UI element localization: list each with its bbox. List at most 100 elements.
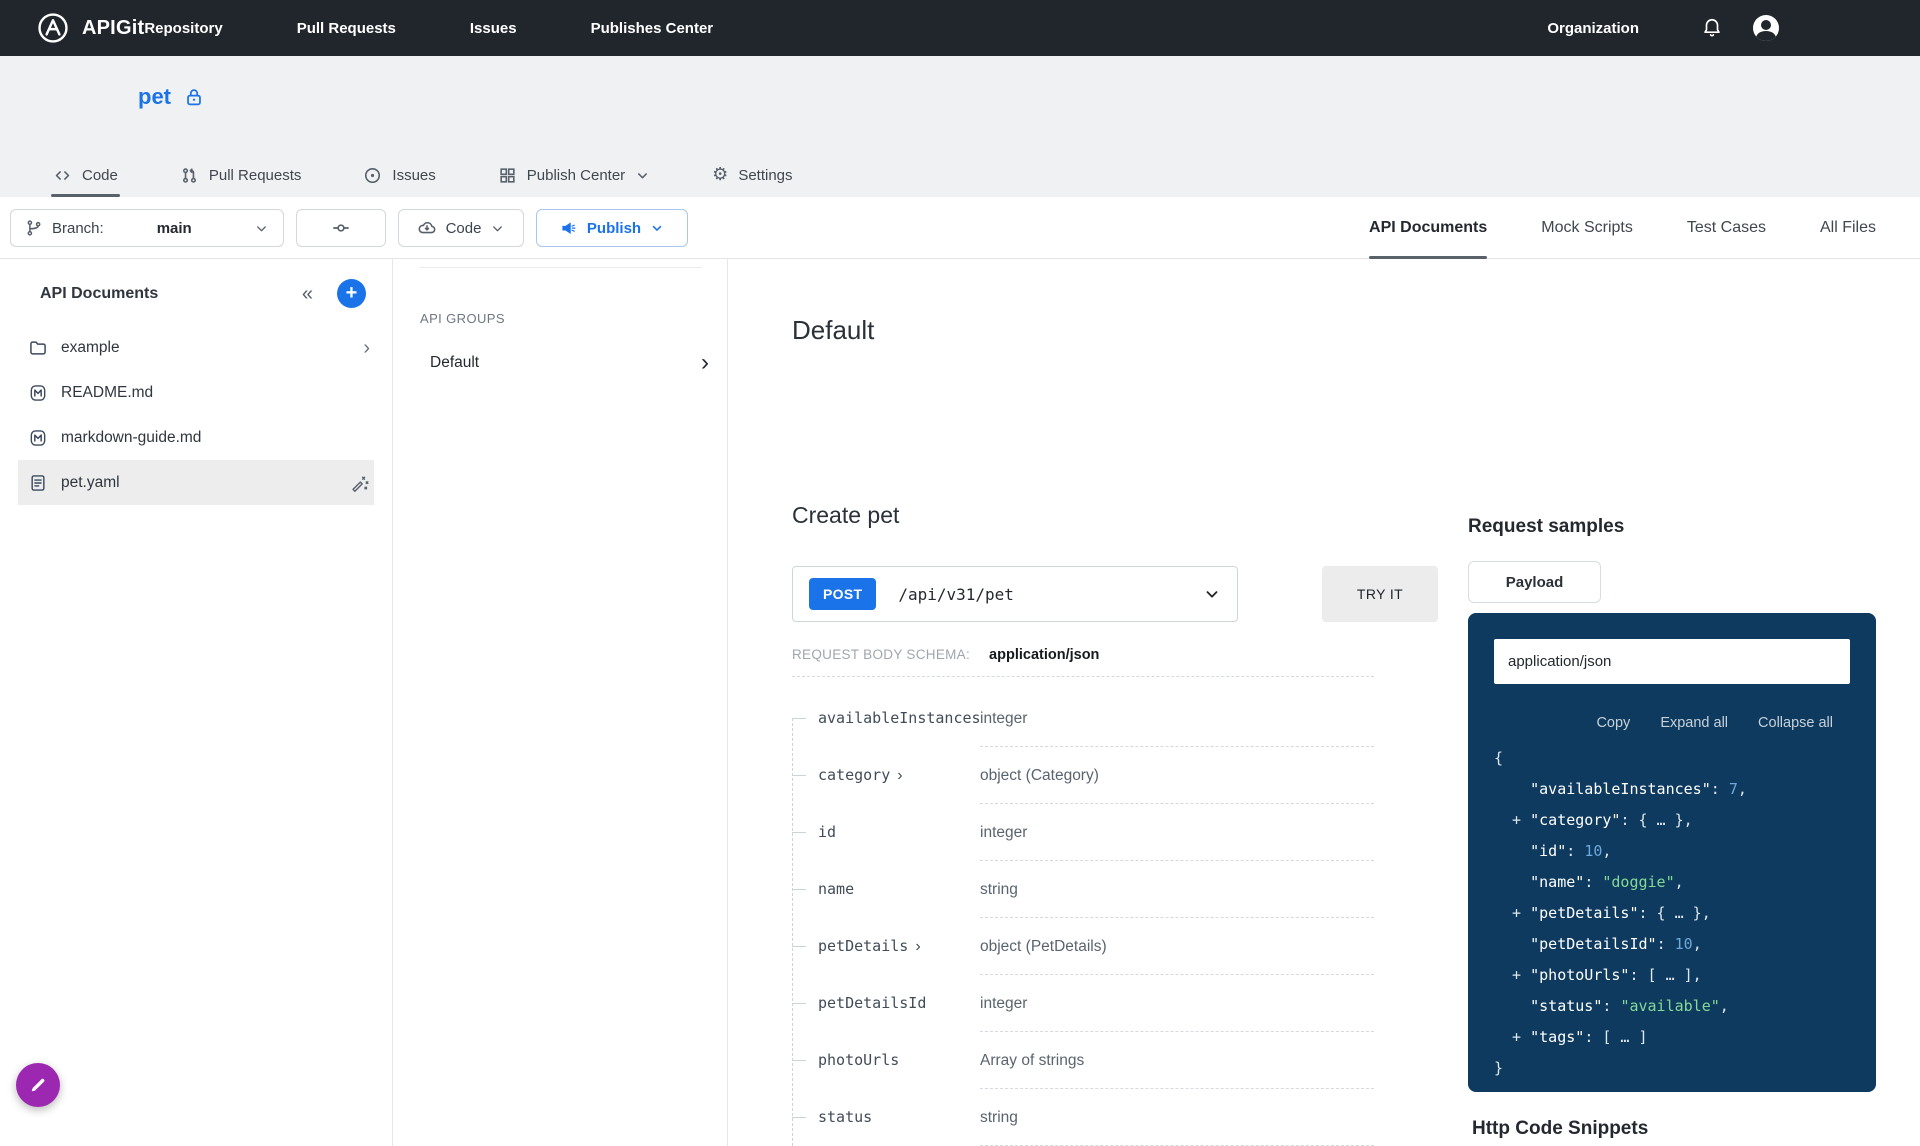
file-sidebar: API Documents « + example › README.md [0, 259, 393, 1146]
field-name: photoUrls› [818, 1051, 899, 1069]
api-group-row[interactable]: Default › [420, 343, 709, 383]
plus-icon: + [346, 283, 358, 303]
chevron-right-icon: › [701, 351, 709, 375]
field-name: petDetails› [818, 937, 921, 956]
tab-settings[interactable]: ⚙ Settings [710, 153, 794, 197]
field-type: object (Category) [980, 767, 1099, 785]
file-row-markdown-guide[interactable]: markdown-guide.md [0, 415, 392, 460]
tree-tick [792, 946, 806, 947]
branch-value: main [157, 220, 192, 237]
tree-tick [792, 889, 806, 890]
branch-icon [25, 219, 43, 237]
payload-tab[interactable]: Payload [1468, 561, 1601, 603]
sample-json-code[interactable]: { "availableInstances": 7, + "category":… [1494, 743, 1866, 1084]
endpoint-selector[interactable]: POST /api/v31/pet [792, 566, 1238, 622]
content-type-input[interactable] [1494, 639, 1850, 684]
sidebar-header: API Documents « + [40, 279, 366, 308]
top-nav-item[interactable]: Repository [144, 20, 222, 37]
operation-title: Create pet [792, 502, 899, 529]
schema-label: REQUEST BODY SCHEMA: [792, 647, 970, 662]
top-nav-item[interactable]: Issues [470, 20, 517, 37]
tab-publish-center[interactable]: Publish Center [496, 153, 652, 197]
tab-issues[interactable]: Issues [361, 153, 437, 197]
request-body-schema: REQUEST BODY SCHEMA: application/json [792, 647, 1099, 663]
apigit-logo-icon [36, 11, 70, 45]
field-name: availableInstances› [818, 709, 981, 727]
view-tab[interactable]: Test Cases [1687, 197, 1766, 259]
code-download-button[interactable]: Code [398, 209, 524, 247]
file-row-readme[interactable]: README.md [0, 370, 392, 415]
schema-field-row[interactable]: status› string [792, 1089, 1374, 1146]
magic-wand-icon[interactable] [348, 472, 370, 494]
tab-pull-requests-label: Pull Requests [209, 167, 302, 184]
field-type: object (PetDetails) [980, 938, 1107, 956]
schema-field-row[interactable]: id› integer [792, 804, 1374, 861]
schema-field-row[interactable]: photoUrls› Array of strings [792, 1032, 1374, 1089]
cloud-download-icon [417, 218, 437, 238]
chevron-down-icon [1203, 585, 1221, 603]
code-action-link[interactable]: Collapse all [1758, 715, 1833, 731]
group-page-title: Default [792, 315, 874, 346]
tree-tick [792, 775, 806, 776]
user-avatar[interactable] [1753, 15, 1779, 41]
repository-header: pet Code [0, 56, 1920, 197]
file-row-pet-yaml[interactable]: pet.yaml [18, 460, 374, 505]
schema-field-row[interactable]: availableInstances› integer [792, 690, 1374, 747]
add-document-button[interactable]: + [337, 279, 366, 308]
edit-fab-button[interactable] [16, 1063, 60, 1107]
notifications-bell-icon[interactable] [1701, 17, 1723, 39]
code-action-link[interactable]: Copy [1596, 715, 1630, 731]
expand-chevron-icon[interactable]: › [897, 767, 902, 784]
schema-divider [792, 676, 1374, 677]
view-tabs: API Documents Mock Scripts Test Cases Al… [1369, 197, 1876, 259]
expand-chevron-icon[interactable]: › [915, 938, 920, 955]
tab-code[interactable]: Code [51, 153, 120, 197]
field-name: category› [818, 766, 903, 785]
private-lock-icon [183, 86, 205, 108]
operation-row: POST /api/v31/pet TRY IT [792, 566, 1438, 622]
top-nav-item[interactable]: Publishes Center [591, 20, 714, 37]
organization-link[interactable]: Organization [1547, 20, 1639, 37]
file-label: pet.yaml [61, 474, 120, 492]
commits-button[interactable] [296, 209, 386, 247]
api-groups-title: API GROUPS [420, 311, 505, 326]
tab-pull-requests[interactable]: Pull Requests [178, 153, 304, 197]
request-samples-panel: Request samples Payload Copy Expand all … [1468, 516, 1876, 538]
field-type: string [980, 881, 1018, 899]
grid-icon [498, 166, 517, 185]
file-row-example[interactable]: example › [0, 325, 392, 370]
code-icon [53, 166, 72, 185]
top-nav-item[interactable]: Pull Requests [297, 20, 396, 37]
schema-field-row[interactable]: petDetailsId› integer [792, 975, 1374, 1032]
file-list: example › README.md markdown-guide.md p [0, 325, 392, 505]
schema-field-row[interactable]: name› string [792, 861, 1374, 918]
tab-settings-label: Settings [738, 167, 792, 184]
markdown-file-icon [28, 428, 48, 448]
publish-button[interactable]: Publish [536, 209, 688, 247]
request-samples-title: Request samples [1468, 516, 1876, 538]
try-it-button[interactable]: TRY IT [1322, 566, 1438, 622]
branch-label: Branch: [52, 220, 104, 237]
markdown-file-icon [28, 383, 48, 403]
branch-selector[interactable]: Branch: main [10, 209, 284, 247]
tree-tick [792, 718, 806, 719]
chevron-down-icon [635, 168, 650, 183]
avatar-head [1761, 20, 1771, 30]
page: APIGit Repository Pull Requests Issues P… [0, 0, 1920, 1146]
collapse-sidebar-icon[interactable]: « [302, 284, 313, 304]
view-tab[interactable]: Mock Scripts [1541, 197, 1633, 259]
schema-field-row[interactable]: category› object (Category) [792, 747, 1374, 804]
publish-button-label: Publish [587, 220, 641, 237]
view-tab[interactable]: All Files [1820, 197, 1876, 259]
repository-name[interactable]: pet [138, 84, 171, 110]
view-tab-label: Mock Scripts [1541, 219, 1633, 237]
tree-tick [792, 832, 806, 833]
brand[interactable]: APIGit [36, 11, 144, 45]
view-tab[interactable]: API Documents [1369, 197, 1487, 259]
document-main: Default Create pet POST /api/v31/pet TRY… [728, 259, 1468, 1146]
schema-field-row[interactable]: petDetails› object (PetDetails) [792, 918, 1374, 975]
code-action-link[interactable]: Expand all [1660, 715, 1728, 731]
tab-publish-center-label: Publish Center [527, 167, 625, 184]
chevron-right-icon[interactable]: › [363, 338, 370, 358]
api-groups-panel: API GROUPS Default › [393, 259, 728, 1146]
